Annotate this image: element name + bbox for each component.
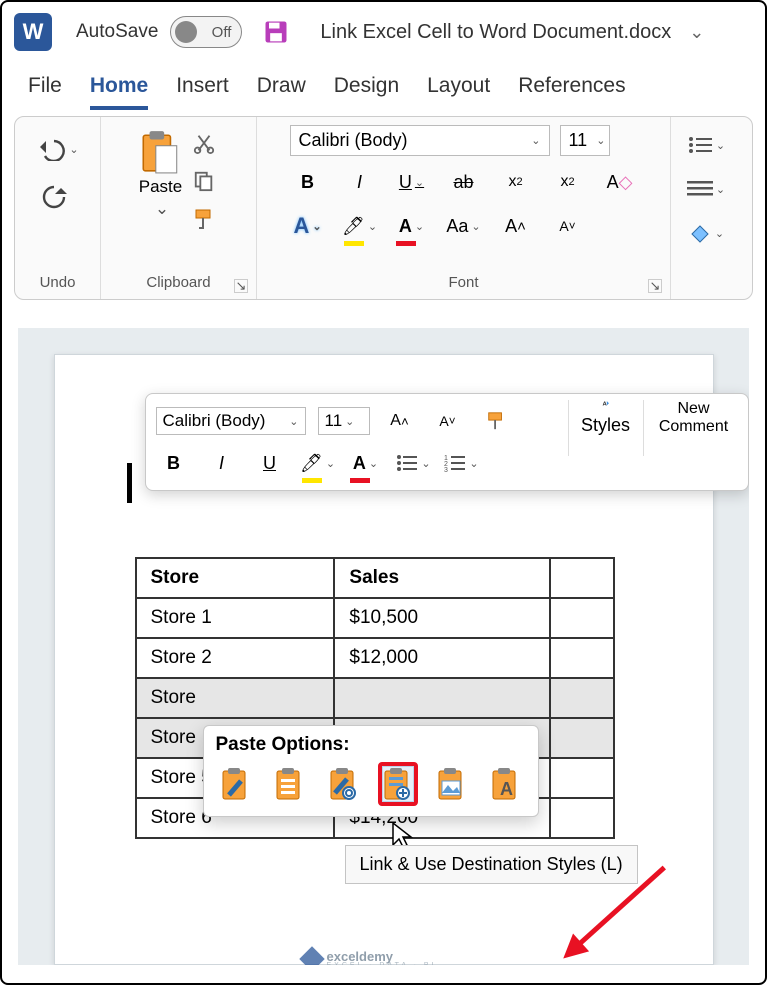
svg-text:A: A (500, 779, 513, 799)
shading-button[interactable]: ⌄ (687, 215, 725, 251)
highlight-button[interactable]: 🖊⌄ (342, 208, 378, 244)
save-icon[interactable] (262, 18, 290, 46)
mini-underline-button[interactable]: U (252, 445, 288, 481)
table-header[interactable] (550, 558, 614, 598)
svg-text:A: A (602, 401, 607, 407)
clipboard-dialog-launcher[interactable]: ↘ (234, 279, 248, 293)
underline-button[interactable]: U⌄ (394, 164, 430, 200)
mini-new-comment-button[interactable]: + New Comment (650, 400, 738, 436)
tab-draw[interactable]: Draw (257, 74, 306, 110)
paste-text-only-button[interactable]: A (486, 762, 526, 806)
paste-link-use-destination-styles-button[interactable] (378, 762, 418, 806)
superscript-button[interactable]: x2 (550, 164, 586, 200)
autosave-toggle[interactable]: Off (170, 16, 242, 48)
mini-bold-button[interactable]: B (156, 445, 192, 481)
paste-button[interactable]: Paste ⌄ (139, 129, 182, 219)
strikethrough-button[interactable]: ab (446, 164, 482, 200)
text-effects-button[interactable]: A⌄ (290, 208, 326, 244)
format-painter-button[interactable] (190, 205, 218, 233)
title-dropdown-icon[interactable]: ⌄ (689, 22, 704, 43)
mini-toolbar: Calibri (Body)⌄ 11⌄ A˄ A˅ B I U 🖊⌄ A⌄ ⌄ … (145, 393, 749, 491)
group-paragraph: ⌄ ⌄ ⌄ (671, 117, 741, 299)
tab-file[interactable]: File (28, 74, 62, 110)
svg-text:3: 3 (444, 467, 448, 472)
autosave-state: Off (212, 24, 232, 41)
change-case-button[interactable]: Aa⌄ (446, 208, 482, 244)
text-cursor (127, 463, 132, 503)
clear-formatting-button[interactable]: A◇ (602, 164, 638, 200)
copy-button[interactable] (190, 167, 218, 195)
paste-use-destination-styles-button[interactable] (270, 762, 310, 806)
mini-grow-font-button[interactable]: A˄ (382, 403, 418, 439)
font-size-select[interactable]: 11⌄ (560, 125, 610, 156)
mini-numbering-button[interactable]: 123⌄ (444, 445, 480, 481)
tab-references[interactable]: References (518, 74, 625, 110)
mini-styles-button[interactable]: A Styles (575, 400, 637, 436)
title-bar: W AutoSave Off Link Excel Cell to Word D… (0, 0, 767, 64)
table-header[interactable]: Store (136, 558, 335, 598)
mini-font-name-select[interactable]: Calibri (Body)⌄ (156, 407, 306, 435)
grow-font-button[interactable]: A˄ (498, 208, 534, 244)
mini-highlight-button[interactable]: 🖊⌄ (300, 445, 336, 481)
toggle-knob (175, 21, 197, 43)
table-row[interactable]: Store 1$10,500 (136, 598, 614, 638)
watermark: exceldemy EXCEL · DATA · BI (303, 949, 437, 965)
font-dialog-launcher[interactable]: ↘ (648, 279, 662, 293)
alignment-button[interactable]: ⌄ (687, 171, 725, 207)
paste-link-keep-source-button[interactable] (324, 762, 364, 806)
group-clipboard: Paste ⌄ Clipboard ↘ (101, 117, 257, 299)
watermark-logo-icon (299, 946, 324, 965)
group-label-undo: Undo (25, 270, 90, 295)
paste-keep-source-formatting-button[interactable] (216, 762, 256, 806)
ribbon-tabs: File Home Insert Draw Design Layout Refe… (0, 64, 767, 110)
table-header[interactable]: Sales (334, 558, 549, 598)
cut-button[interactable] (190, 129, 218, 157)
group-label-font: Font (267, 270, 660, 295)
mini-font-size-select[interactable]: 11⌄ (318, 407, 370, 435)
group-undo: ⌄ Undo (15, 117, 101, 299)
tab-design[interactable]: Design (334, 74, 399, 110)
mini-italic-button[interactable]: I (204, 445, 240, 481)
tab-layout[interactable]: Layout (427, 74, 490, 110)
mini-bullets-button[interactable]: ⌄ (396, 445, 432, 481)
document-area: Calibri (Body)⌄ 11⌄ A˄ A˅ B I U 🖊⌄ A⌄ ⌄ … (18, 328, 749, 965)
paste-label: Paste (139, 177, 182, 197)
mini-format-painter-button[interactable] (478, 403, 514, 439)
mini-font-color-button[interactable]: A⌄ (348, 445, 384, 481)
paste-options-popup: Paste Options: A (203, 725, 539, 817)
font-name-select[interactable]: Calibri (Body)⌄ (290, 125, 550, 156)
document-title: Link Excel Cell to Word Document.docx (320, 21, 671, 44)
tab-home[interactable]: Home (90, 74, 148, 110)
paste-options-title: Paste Options: (216, 734, 526, 756)
mini-shrink-font-button[interactable]: A˅ (430, 403, 466, 439)
shrink-font-button[interactable]: A˅ (550, 208, 586, 244)
word-logo-icon: W (14, 13, 52, 51)
page: Calibri (Body)⌄ 11⌄ A˄ A˅ B I U 🖊⌄ A⌄ ⌄ … (54, 354, 714, 965)
undo-button[interactable]: ⌄ (36, 131, 78, 167)
group-label-clipboard: Clipboard (111, 270, 246, 295)
subscript-button[interactable]: x2 (498, 164, 534, 200)
table-row[interactable]: Store 2$12,000 (136, 638, 614, 678)
redo-button[interactable] (36, 179, 72, 215)
paste-as-picture-button[interactable] (432, 762, 472, 806)
table-header-row[interactable]: Store Sales (136, 558, 614, 598)
paste-option-tooltip: Link & Use Destination Styles (L) (345, 845, 638, 884)
italic-button[interactable]: I (342, 164, 378, 200)
bullets-button[interactable]: ⌄ (687, 127, 725, 163)
tab-insert[interactable]: Insert (176, 74, 229, 110)
ribbon: ⌄ Undo Paste ⌄ Clipboard ↘ Calibri (Body… (14, 116, 753, 300)
autosave-label: AutoSave (76, 21, 158, 43)
table-row[interactable]: Store (136, 678, 614, 718)
font-color-button[interactable]: A⌄ (394, 208, 430, 244)
group-font: Calibri (Body)⌄ 11⌄ B I U⌄ ab x2 x2 A◇ A… (257, 117, 671, 299)
paste-dropdown-icon[interactable]: ⌄ (155, 199, 169, 219)
bold-button[interactable]: B (290, 164, 326, 200)
